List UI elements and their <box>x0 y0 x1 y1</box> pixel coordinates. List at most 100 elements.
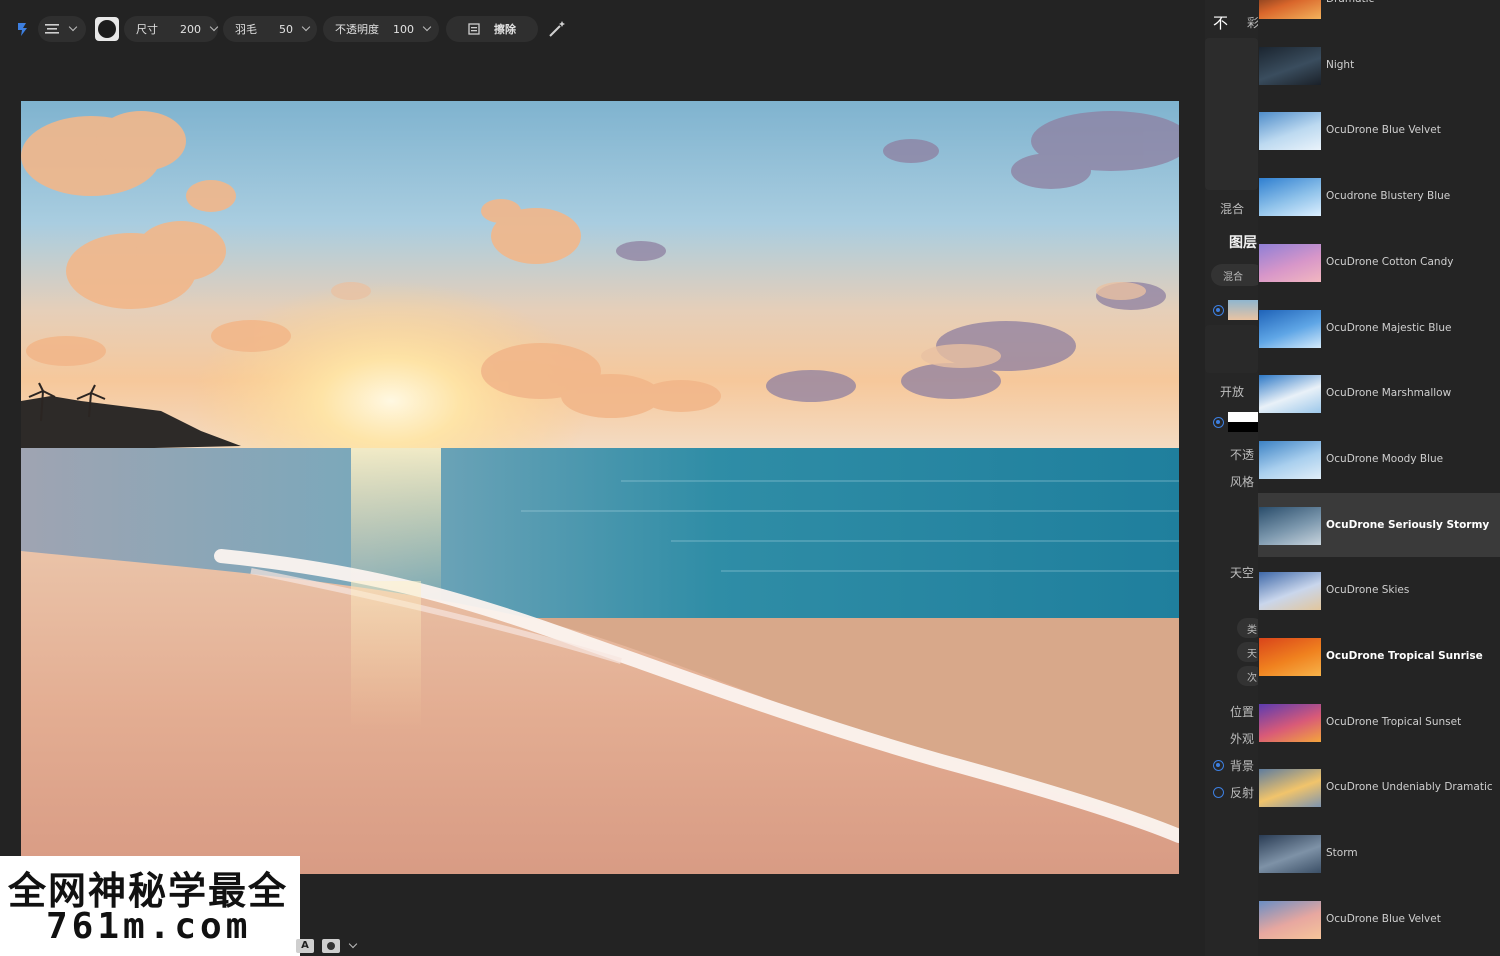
sky-preset-thumbnail[interactable] <box>1259 112 1321 151</box>
appearance-label: 外观 <box>1230 732 1255 746</box>
size-label: 尺寸 <box>136 23 158 36</box>
ref-button-b[interactable]: 天 <box>1237 642 1258 662</box>
opacity-value[interactable]: 100 <box>393 23 414 36</box>
sky-preset-thumbnail[interactable] <box>1259 46 1321 85</box>
camera-icon[interactable] <box>322 939 340 953</box>
sky-preset-label: OcuDrone Cotton Candy <box>1326 255 1454 268</box>
sky-preset-thumbnail[interactable] <box>1259 638 1321 676</box>
brush-shape-icon[interactable] <box>95 17 119 41</box>
mask-radio[interactable] <box>1213 417 1224 428</box>
sky-preset-thumbnail[interactable] <box>1259 309 1321 348</box>
sky-preset-thumbnail[interactable] <box>1259 178 1321 217</box>
sky-preset-thumbnail[interactable] <box>1259 900 1321 939</box>
magic-wand-icon[interactable] <box>547 19 567 39</box>
preview-box <box>1205 38 1258 190</box>
blend-label: 混合 <box>1220 202 1245 216</box>
brush-mode-dropdown[interactable] <box>38 16 86 42</box>
chevron-down-icon <box>209 22 219 32</box>
beach-sunset-photo <box>21 101 1179 874</box>
size-control[interactable]: 尺寸 200 <box>124 16 219 42</box>
sky-preset-item[interactable]: OcuDrone Tropical Sunrise <box>1258 624 1500 688</box>
align-icon <box>45 24 59 34</box>
sky-preset-label: OcuDrone Skies <box>1326 584 1410 597</box>
top-toolbar: 尺寸 200 羽毛 50 不透明度 100 擦除 <box>0 0 1205 56</box>
sky-preset-item[interactable]: OcuDrone Undeniably Dramatic <box>1258 755 1500 819</box>
tab-glyph-2[interactable]: 彩 <box>1247 14 1258 31</box>
sky-preset-thumbnail[interactable] <box>1259 243 1321 282</box>
ref-b-label: 天 <box>1247 649 1257 660</box>
sky-preset-label: Ocudrone Blustery Blue <box>1326 190 1451 203</box>
ref-a-label: 类 <box>1247 625 1257 636</box>
sky-preset-thumbnail[interactable] <box>1259 835 1321 874</box>
sky-preset-thumbnail[interactable] <box>1259 440 1321 479</box>
blend-mode-select[interactable]: 混合 <box>1211 264 1258 286</box>
chevron-down-icon[interactable] <box>348 939 358 949</box>
sky-preset-thumbnail[interactable] <box>1259 703 1321 742</box>
sky-preset-item[interactable]: OcuDrone Marshmallow <box>1258 361 1500 425</box>
paint-icon[interactable] <box>468 23 480 35</box>
layers-title: 图层 <box>1229 235 1257 251</box>
sky-preset-label: OcuDrone Seriously Stormy <box>1326 518 1490 531</box>
sky-preset-label: OcuDrone Moody Blue <box>1326 452 1444 465</box>
sky-preset-item[interactable]: Night <box>1258 33 1500 97</box>
style-label: 风格 <box>1230 475 1255 489</box>
sky-preset-item[interactable]: OcuDrone Moody Blue <box>1258 427 1500 491</box>
chevron-down-icon <box>301 22 311 32</box>
opacity-label: 不透明度 <box>335 23 379 36</box>
reflection-radio[interactable] <box>1213 787 1224 798</box>
opacity-control[interactable]: 不透明度 100 <box>323 16 439 42</box>
ref-c-label: 次 <box>1247 673 1257 684</box>
sky-preset-label: OcuDrone Majestic Blue <box>1326 321 1452 334</box>
sky-preset-item[interactable]: OcuDrone Seriously Stormy <box>1258 492 1500 557</box>
sky-label: 天空 <box>1230 566 1255 580</box>
sky-preset-label: Storm <box>1326 847 1358 860</box>
ref-button-c[interactable]: 次 <box>1237 666 1258 686</box>
feather-value[interactable]: 50 <box>279 23 293 36</box>
position-label: 位置 <box>1230 705 1255 719</box>
auto-mask-button[interactable]: A <box>296 939 314 953</box>
reflection-label: 反射 <box>1230 786 1255 800</box>
sky-preset-item[interactable]: OcuDrone Blue Velvet <box>1258 887 1500 951</box>
feather-label: 羽毛 <box>235 23 257 36</box>
sky-preset-label: OcuDrone Blue Velvet <box>1326 124 1441 137</box>
layer-options <box>1205 325 1258 373</box>
sky-preset-label: OcuDrone Blue Velvet <box>1326 912 1441 925</box>
opacity-short-label: 不透 <box>1230 448 1255 462</box>
sky-preset-thumbnail[interactable] <box>1259 769 1321 808</box>
layer-thumbnail[interactable] <box>1228 300 1258 320</box>
sky-preset-item[interactable]: Ocudrone Blustery Blue <box>1258 164 1500 228</box>
mask-thumbnail[interactable] <box>1228 412 1258 432</box>
sky-preset-item[interactable]: OcuDrone Blue Velvet <box>1258 98 1500 162</box>
chevron-down-icon <box>68 22 78 32</box>
erase-group[interactable]: 擦除 <box>446 16 538 42</box>
blend-mode-label: 混合 <box>1223 272 1243 283</box>
background-radio[interactable] <box>1213 760 1224 771</box>
sky-preset-item[interactable]: OcuDrone Majestic Blue <box>1258 296 1500 360</box>
sky-preset-thumbnail[interactable] <box>1259 572 1321 611</box>
sky-preset-item[interactable]: Dramatic <box>1258 0 1500 31</box>
sky-preset-thumbnail[interactable] <box>1259 506 1321 545</box>
develop-label: 开放 <box>1220 385 1245 399</box>
sky-preset-label: OcuDrone Marshmallow <box>1326 387 1452 400</box>
layer-radio[interactable] <box>1213 305 1224 316</box>
sky-preset-item[interactable]: Storm <box>1258 821 1500 885</box>
sky-preset-label: OcuDrone Tropical Sunset <box>1326 715 1462 728</box>
brush-icon[interactable] <box>16 21 34 37</box>
sky-preset-label: OcuDrone Undeniably Dramatic <box>1326 781 1493 794</box>
sky-preset-item[interactable]: OcuDrone Cotton Candy <box>1258 230 1500 294</box>
sky-preset-label: OcuDrone Tropical Sunrise <box>1326 650 1483 662</box>
chevron-down-icon <box>422 22 432 32</box>
sky-preset-list: Dramatic Night OcuDrone Blue Velvet Ocudron… <box>1258 0 1500 956</box>
feather-control[interactable]: 羽毛 50 <box>223 16 317 42</box>
sky-preset-thumbnail[interactable] <box>1259 375 1321 414</box>
size-value[interactable]: 200 <box>180 23 201 36</box>
sky-preset-item[interactable]: OcuDrone Tropical Sunset <box>1258 690 1500 754</box>
image-canvas[interactable] <box>21 101 1179 874</box>
watermark-url: 761m.com <box>46 906 252 947</box>
sky-preset-item[interactable]: OcuDrone Skies <box>1258 558 1500 622</box>
ref-button-a[interactable]: 类 <box>1237 618 1258 638</box>
erase-button[interactable]: 擦除 <box>494 21 516 37</box>
watermark: 全网神秘学最全 761m.com <box>0 856 300 956</box>
tab-glyph-1[interactable]: 不 <box>1213 12 1228 33</box>
sky-preset-thumbnail[interactable] <box>1259 0 1321 19</box>
